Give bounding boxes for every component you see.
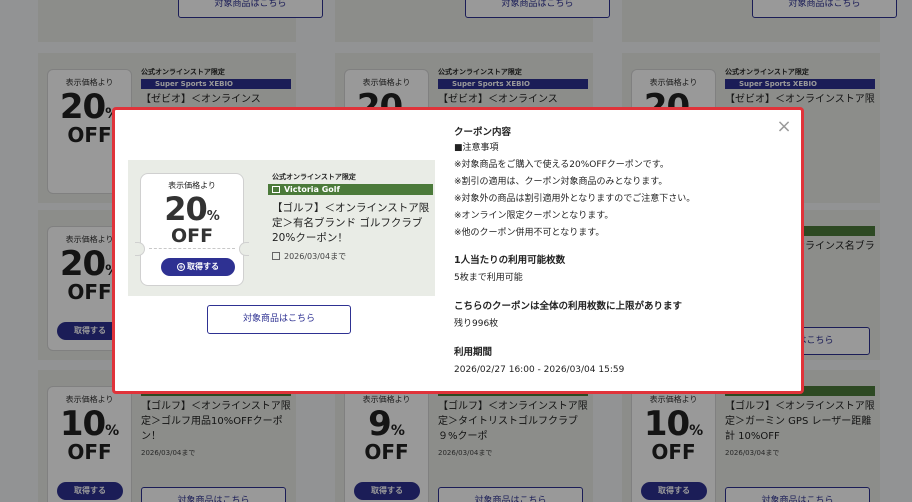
store-label: 公式オンラインストア限定 [272,173,356,181]
usage-limit-heading: 1人当たりの利用可能枚数 [454,255,566,266]
coupon-info: 公式オンラインストア限定 Victoria Golf 【ゴルフ】＜オンラインスト… [268,172,433,262]
usage-period-heading: 利用期間 [454,347,493,358]
ticket-perforation [149,248,235,249]
brand-label: Victoria Golf [268,184,433,195]
usage-limit-value: 5枚まで利用可能 [454,273,523,283]
usage-period-value: 2026/02/27 16:00 - 2026/03/04 15:59 [454,365,625,375]
calendar-icon [272,252,280,260]
plus-circle-icon: + [177,263,185,271]
note-item: ※割引の適用は、クーポン対象商品のみとなります。 [454,177,668,187]
discount-number: 20 [164,190,208,228]
discount-percent: 20% [141,193,243,225]
total-limit-heading: こちらのクーポンは全体の利用枚数に上限があります [454,301,683,312]
store-icon [272,186,280,193]
ticket-notch [135,242,145,256]
expiry-date-text: 2026/03/04まで [284,252,347,261]
note-item: ※対象商品をご購入で使える20%OFFクーポンです。 [454,160,669,170]
expiry-date: 2026/03/04まで [268,251,433,262]
get-coupon-button[interactable]: + 取得する [161,258,235,276]
coupon-content-heading: クーポン内容 [454,127,512,138]
coupon-summary-panel: 表示価格より 20% OFF + 取得する 公式オンラインストア限定 Victor… [128,160,435,296]
note-item: ※対象外の商品は割引適用外となりますのでご注意下さい。 [454,194,696,204]
coupon-details: クーポン内容 ■注意事項 ※対象商品をご購入で使える20%OFFクーポンです。 … [454,126,784,379]
coupon-title: 【ゴルフ】＜オンラインストア限定＞有名ブランド ゴルフクラブ 20%クーポン！ [272,202,430,244]
coupon-detail-modal: × 表示価格より 20% OFF + 取得する 公式オンラインストア限定 Vict… [112,107,804,394]
notes-heading: ■注意事項 [454,143,499,153]
off-label: OFF [170,225,214,247]
target-products-link[interactable]: 対象商品はこちら [207,305,351,334]
brand-name: Victoria Golf [284,185,341,194]
coupon-ticket: 表示価格より 20% OFF + 取得する [135,173,249,286]
remaining-count: 残り996枚 [454,319,499,329]
get-coupon-label: 取得する [187,262,219,271]
ticket-notch [239,242,249,256]
percent-unit: % [206,209,220,224]
note-item: ※他のクーポン併用不可となります。 [454,228,605,238]
note-item: ※オンライン限定クーポンとなります。 [454,211,614,221]
